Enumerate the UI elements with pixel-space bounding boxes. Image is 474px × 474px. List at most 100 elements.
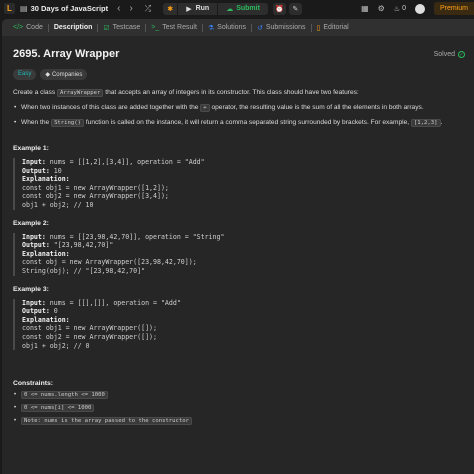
note-icon: ✎ [292, 5, 299, 13]
flask-icon: ⚗ [207, 24, 215, 32]
explanation-label: Explanation: [22, 315, 70, 324]
streak-count: 0 [402, 5, 406, 12]
prev-problem-icon[interactable]: ‹ [117, 3, 120, 14]
problem-content: 2695. Array Wrapper Solved ✓ Easy ◆ Comp… [13, 36, 465, 430]
premium-button[interactable]: Premium [433, 2, 474, 15]
submit-label: Submit [236, 5, 260, 12]
submit-button[interactable]: ☁ Submit [217, 2, 268, 15]
example-block: Input: nums = [[23,98,42,70]], operation… [13, 232, 465, 276]
inline-code: Note: nums is the array passed to the co… [21, 417, 193, 426]
list-item: 0 <= nums[i] <= 1000 [13, 404, 465, 413]
top-bar: L ▤ 30 Days of JavaScript ‹ › ⤮ ✱ ▶ Run … [0, 0, 474, 17]
settings-icon[interactable]: ⚙ [378, 4, 385, 13]
inline-code: 0 <= nums.length <= 1000 [21, 391, 108, 400]
page-title: 2695. Array Wrapper [13, 48, 120, 60]
output-value: 10 [49, 166, 62, 175]
example-1: Example 1: Input: nums = [[1,2],[3,4]], … [13, 145, 465, 210]
constraints-list: 0 <= nums.length <= 1000 0 <= nums[i] <=… [13, 391, 465, 426]
book-icon: ▯ [316, 24, 321, 32]
explanation-label: Explanation: [22, 249, 70, 258]
inline-code: + [200, 104, 210, 112]
list-icon: ▤ [20, 4, 28, 13]
input-label: Input: [22, 158, 46, 166]
check-circle-icon: ✓ [458, 51, 465, 58]
example-block: Input: nums = [[],[]], operation = "Add"… [13, 298, 465, 351]
debug-button[interactable]: ✱ [163, 2, 178, 15]
next-problem-icon[interactable]: › [129, 3, 132, 14]
example-3: Example 3: Input: nums = [[],[]], operat… [13, 286, 465, 351]
example-2: Example 2: Input: nums = [[23,98,42,70]]… [13, 220, 465, 276]
run-label: Run [195, 5, 210, 12]
explanation-label: Explanation: [22, 175, 70, 184]
list-item: When two instances of this class are add… [13, 103, 465, 113]
tab-test-result[interactable]: >_ Test Result [146, 24, 202, 31]
solved-status: Solved ✓ [434, 51, 465, 58]
tab-submissions[interactable]: ↺ Submissions [252, 24, 311, 32]
solved-label: Solved [433, 51, 455, 58]
input-value: nums = [[1,2],[3,4]], operation = "Add" [45, 158, 205, 166]
output-value: "[23,98,42,70]" [49, 241, 114, 250]
tab-code[interactable]: </> Code [8, 24, 48, 31]
companies-badge[interactable]: ◆ Companies [40, 69, 88, 80]
cloud-upload-icon: ☁ [226, 5, 234, 13]
intro-text: Create a class [13, 89, 57, 96]
input-value: nums = [[23,98,42,70]], operation = "Str… [45, 232, 225, 241]
run-button[interactable]: ▶ Run [177, 2, 218, 15]
timer-button[interactable]: ⏰ [272, 2, 286, 15]
example-title: Example 1: [13, 145, 49, 152]
bullet-text: . [440, 119, 443, 126]
inline-code: [1,2,3] [410, 119, 441, 127]
example-block: Input: nums = [[1,2],[3,4]], operation =… [13, 158, 465, 210]
code-icon: </> [13, 24, 24, 31]
tab-testcase[interactable]: ☑ Testcase [98, 24, 145, 32]
layout-icon[interactable]: ▦ [361, 4, 369, 13]
streak-counter[interactable]: ♨ 0 [394, 5, 406, 13]
inline-code: ArrayWrapper [56, 89, 104, 97]
intro-text: that accepts an array of integers in its… [103, 89, 359, 96]
leetcode-logo-icon[interactable]: L [4, 3, 15, 14]
example-title: Example 3: [13, 285, 49, 293]
tag-icon: ◆ [45, 72, 50, 78]
tab-label: Code [26, 24, 43, 31]
input-label: Input: [22, 232, 46, 241]
bullet-text: When the [21, 119, 52, 126]
list-item: 0 <= nums.length <= 1000 [13, 391, 465, 400]
problem-list-title: 30 Days of JavaScript [30, 4, 109, 13]
bug-icon: ✱ [167, 5, 174, 13]
tab-label: Editorial [323, 24, 349, 31]
alarm-icon: ⏰ [275, 5, 284, 13]
output-label: Output: [22, 166, 50, 175]
explanation-code: const obj1 = new ArrayWrapper([1,2]); co… [22, 183, 169, 209]
output-value: 0 [49, 307, 58, 316]
constraints-section: Constraints: 0 <= nums.length <= 1000 0 … [13, 380, 465, 426]
tab-description[interactable]: Description [49, 24, 98, 31]
tab-label: Description [53, 24, 93, 31]
bullet-text: When two instances of this class are add… [21, 104, 201, 111]
tab-editorial[interactable]: ▯ Editorial [312, 24, 354, 32]
inline-code: String() [51, 119, 85, 127]
tab-label: Submissions [265, 24, 306, 31]
terminal-icon: >_ [151, 24, 160, 31]
difficulty-badge[interactable]: Easy [13, 69, 37, 80]
tab-solutions[interactable]: ⚗ Solutions [203, 24, 251, 32]
companies-label: Companies [51, 71, 83, 78]
bullet-text: operator, the resulting value is the sum… [209, 104, 424, 111]
premium-label: Premium [439, 5, 468, 12]
problem-intro: Create a class ArrayWrapper that accepts… [13, 88, 465, 98]
history-icon: ↺ [256, 24, 263, 32]
bullet-text: function is called on the instance, it w… [84, 119, 411, 126]
avatar[interactable] [414, 3, 425, 14]
topbar-right: ▦ ⚙ ♨ 0 Premium [361, 0, 474, 17]
problem-list-button[interactable]: ▤ 30 Days of JavaScript [20, 4, 108, 13]
input-value: nums = [[],[]], operation = "Add" [45, 298, 181, 307]
example-title: Example 2: [13, 219, 49, 227]
shuffle-icon[interactable]: ⤮ [145, 4, 151, 14]
explanation-code: const obj = new ArrayWrapper([23,98,42,7… [22, 258, 197, 275]
inline-code: 0 <= nums[i] <= 1000 [21, 404, 95, 413]
description-panel: </> Code Description ☑ Testcase >_ Test Res… [2, 19, 474, 474]
constraints-title: Constraints: [13, 380, 54, 388]
list-item: Note: nums is the array passed to the co… [13, 417, 465, 426]
tab-label: Test Result [162, 24, 197, 31]
play-icon: ▶ [186, 5, 192, 13]
notes-button[interactable]: ✎ [288, 2, 302, 15]
